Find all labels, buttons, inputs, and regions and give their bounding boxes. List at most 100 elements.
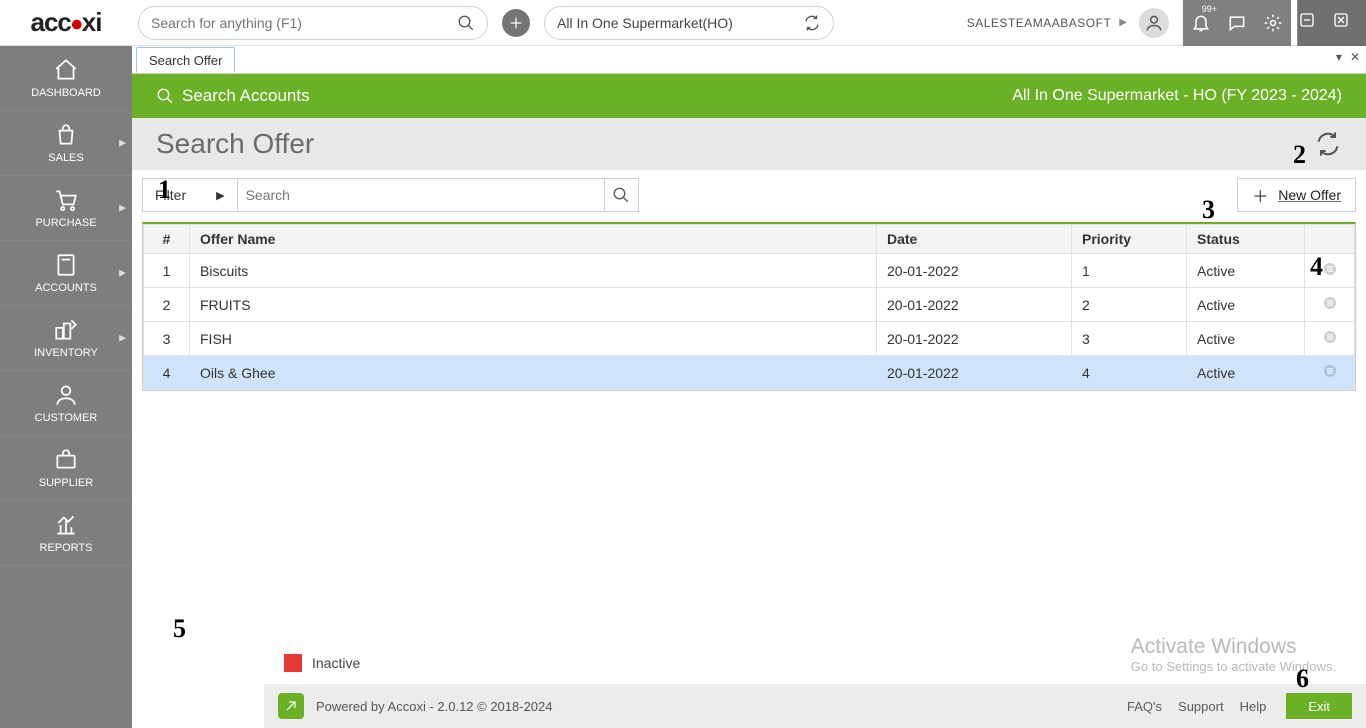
new-offer-button[interactable]: ＋ New Offer xyxy=(1237,178,1356,212)
cell-status: Active xyxy=(1187,322,1305,356)
table-search-input[interactable] xyxy=(246,187,596,203)
cell-priority: 4 xyxy=(1072,356,1187,390)
filter-button[interactable]: Filter ▶ xyxy=(142,178,238,212)
table-row[interactable]: 3FISH20-01-20223Active xyxy=(144,322,1355,356)
company-selector[interactable]: All In One Supermarket(HO) xyxy=(544,6,834,40)
quick-add-button[interactable] xyxy=(502,9,530,37)
table-row[interactable]: 1Biscuits20-01-20221Active xyxy=(144,254,1355,288)
tab-bar: Search Offer ▾ ✕ xyxy=(132,46,1366,74)
sidebar-item-purchase[interactable]: PURCHASE▶ xyxy=(0,176,132,241)
user-icon xyxy=(53,382,79,408)
sidebar-item-label: SALES xyxy=(48,152,83,164)
sync-icon xyxy=(803,14,821,32)
table-search[interactable] xyxy=(237,178,605,212)
context-title: Search Accounts xyxy=(182,86,310,106)
cell-actions xyxy=(1305,254,1355,288)
sidebar-item-supplier[interactable]: SUPPLIER xyxy=(0,436,132,501)
exit-button[interactable]: Exit xyxy=(1286,693,1352,719)
plus-icon xyxy=(508,15,524,31)
cell-date: 20-01-2022 xyxy=(877,288,1072,322)
messages-button[interactable] xyxy=(1219,0,1255,46)
footer-link-support[interactable]: Support xyxy=(1178,699,1224,714)
caret-right-icon: ▶ xyxy=(119,138,126,149)
table-row[interactable]: 4Oils & Ghee20-01-20224Active xyxy=(144,356,1355,390)
cell-status: Active xyxy=(1187,356,1305,390)
avatar[interactable] xyxy=(1139,8,1169,38)
row-menu-button[interactable] xyxy=(1321,294,1339,312)
footer: Powered by Accoxi - 2.0.12 © 2018-2024 F… xyxy=(264,684,1366,728)
menu-lines-icon xyxy=(1321,362,1339,380)
sidebar-item-label: INVENTORY xyxy=(34,347,98,359)
close-icon xyxy=(1332,11,1350,29)
col-priority[interactable]: Priority xyxy=(1072,225,1187,254)
bag-icon xyxy=(53,122,79,148)
context-bar: Search Accounts All In One Supermarket -… xyxy=(132,74,1366,118)
close-window-button[interactable] xyxy=(1332,11,1366,34)
filter-label: Filter xyxy=(155,187,186,203)
gear-icon xyxy=(1263,13,1283,33)
sidebar-item-label: ACCOUNTS xyxy=(35,282,97,294)
plus-icon: ＋ xyxy=(1252,183,1268,207)
minimize-icon xyxy=(1298,11,1316,29)
page-title: Search Offer xyxy=(156,128,314,160)
settings-button[interactable] xyxy=(1255,0,1291,46)
search-icon xyxy=(612,186,630,204)
search-icon xyxy=(457,14,475,32)
sidebar-item-customer[interactable]: CUSTOMER xyxy=(0,371,132,436)
caret-right-icon: ▶ xyxy=(119,203,126,214)
table-row[interactable]: 2FRUITS20-01-20222Active xyxy=(144,288,1355,322)
windows-watermark: Activate Windows Go to Settings to activ… xyxy=(1131,635,1336,674)
bell-icon xyxy=(1191,13,1211,33)
cell-actions xyxy=(1305,356,1355,390)
sidebar-item-reports[interactable]: REPORTS xyxy=(0,501,132,566)
tab-search-offer[interactable]: Search Offer xyxy=(136,47,235,73)
cell-name: Oils & Ghee xyxy=(190,356,877,390)
col-date[interactable]: Date xyxy=(877,225,1072,254)
sidebar-item-label: DASHBOARD xyxy=(31,87,101,99)
refresh-icon xyxy=(1314,130,1342,158)
col-status[interactable]: Status xyxy=(1187,225,1305,254)
global-search-input[interactable] xyxy=(151,15,457,31)
footer-link-faqs[interactable]: FAQ's xyxy=(1127,699,1162,714)
context-company: All In One Supermarket - HO (FY 2023 - 2… xyxy=(1012,87,1342,105)
caret-right-icon: ▶ xyxy=(1119,17,1127,28)
new-offer-label: New Offer xyxy=(1278,187,1341,203)
chart-icon xyxy=(53,512,79,538)
notifications-button[interactable]: 99+ xyxy=(1183,0,1219,46)
arrow-up-right-icon xyxy=(283,698,299,714)
refresh-button[interactable] xyxy=(1314,130,1342,158)
company-label: All In One Supermarket(HO) xyxy=(557,15,733,31)
sidebar-item-label: SUPPLIER xyxy=(39,477,93,489)
col-actions xyxy=(1305,225,1355,254)
row-menu-button[interactable] xyxy=(1321,362,1339,380)
tab-close-all[interactable]: ✕ xyxy=(1350,50,1360,64)
sidebar-item-sales[interactable]: SALES ▶ xyxy=(0,111,132,176)
sidebar-item-label: REPORTS xyxy=(40,542,93,554)
legend: Inactive xyxy=(284,654,360,672)
col-name[interactable]: Offer Name xyxy=(190,225,877,254)
sidebar-item-inventory[interactable]: INVENTORY ▶ xyxy=(0,306,132,371)
global-search[interactable] xyxy=(138,6,488,40)
row-menu-button[interactable] xyxy=(1321,260,1339,278)
cell-priority: 3 xyxy=(1072,322,1187,356)
caret-right-icon: ▶ xyxy=(119,333,126,344)
minimize-window-button[interactable] xyxy=(1298,11,1332,34)
col-idx[interactable]: # xyxy=(144,225,190,254)
sidebar-item-dashboard[interactable]: DASHBOARD xyxy=(0,46,132,111)
footer-link-help[interactable]: Help xyxy=(1240,699,1267,714)
cell-actions xyxy=(1305,322,1355,356)
sidebar-item-accounts[interactable]: ACCOUNTS▶ xyxy=(0,241,132,306)
legend-inactive-label: Inactive xyxy=(312,655,360,671)
cell-date: 20-01-2022 xyxy=(877,356,1072,390)
cell-name: FRUITS xyxy=(190,288,877,322)
cell-status: Active xyxy=(1187,288,1305,322)
cell-idx: 2 xyxy=(144,288,190,322)
notification-badge: 99+ xyxy=(1202,4,1217,14)
tab-menu-caret[interactable]: ▾ xyxy=(1336,50,1342,64)
row-menu-button[interactable] xyxy=(1321,328,1339,346)
user-icon xyxy=(1144,13,1164,33)
menu-lines-icon xyxy=(1321,328,1339,346)
calc-icon xyxy=(53,252,79,278)
chat-icon xyxy=(1227,13,1247,33)
table-search-button[interactable] xyxy=(605,178,639,212)
